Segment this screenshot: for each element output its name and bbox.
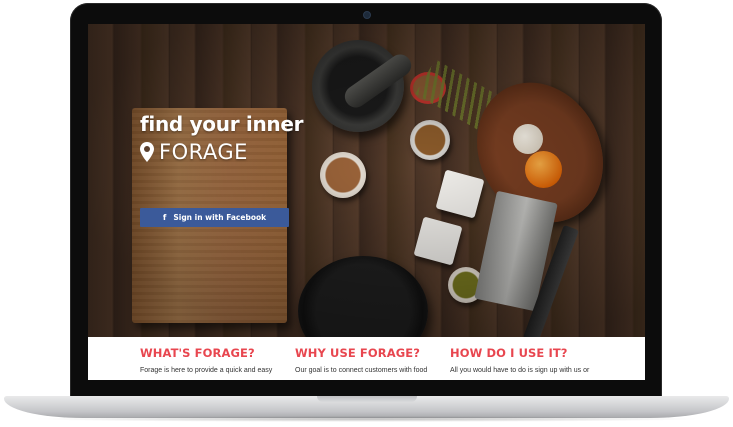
hero-tagline: find your inner bbox=[140, 112, 304, 136]
info-heading: WHAT'S FORAGE? bbox=[140, 346, 255, 360]
map-pin-icon bbox=[140, 142, 154, 162]
brand-logo: FORAGE bbox=[140, 140, 248, 164]
screen: find your inner FORAGE f Sign in with Fa… bbox=[88, 24, 645, 380]
info-heading: HOW DO I USE IT? bbox=[450, 346, 568, 360]
laptop-notch bbox=[317, 396, 417, 402]
laptop-shadow bbox=[30, 416, 703, 422]
info-column-what: WHAT'S FORAGE? Forage is here to provide… bbox=[140, 346, 280, 374]
sign-in-facebook-label: Sign in with Facebook bbox=[173, 213, 267, 222]
sign-in-facebook-button[interactable]: f Sign in with Facebook bbox=[140, 208, 289, 227]
info-heading: WHY USE FORAGE? bbox=[295, 346, 420, 360]
info-text: Our goal is to connect customers with fo… bbox=[295, 367, 428, 374]
info-section: WHAT'S FORAGE? Forage is here to provide… bbox=[88, 337, 645, 380]
info-column-how: HOW DO I USE IT? All you would have to d… bbox=[450, 346, 590, 374]
hero-section: find your inner FORAGE f Sign in with Fa… bbox=[88, 24, 645, 366]
info-text: All you would have to do is sign up with… bbox=[450, 367, 590, 374]
camera-icon bbox=[363, 11, 371, 19]
facebook-icon: f bbox=[162, 213, 167, 222]
brand-name: FORAGE bbox=[159, 140, 248, 164]
info-text: Forage is here to provide a quick and ea… bbox=[140, 367, 273, 374]
info-column-why: WHY USE FORAGE? Our goal is to connect c… bbox=[295, 346, 435, 374]
hero-vignette bbox=[88, 24, 645, 337]
